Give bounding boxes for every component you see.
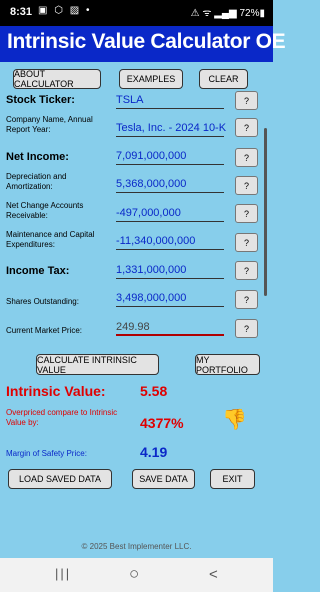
- net-change-ar-input[interactable]: -497,000,000: [116, 206, 224, 222]
- status-bar: 8:31 ▣ ⬡ ▨ • ⚠ ᯤ ▂▄▆ 72%▮: [0, 0, 273, 26]
- clear-button[interactable]: CLEAR: [199, 69, 248, 89]
- company-name-help-button[interactable]: ?: [235, 118, 258, 137]
- income-tax-input[interactable]: 1,331,000,000: [116, 263, 224, 279]
- home-icon[interactable]: ○: [129, 564, 139, 584]
- clock: 8:31: [10, 6, 33, 18]
- overpriced-label: Overpriced compare to Intrinsic Value by…: [6, 408, 118, 427]
- intrinsic-value-label: Intrinsic Value:: [6, 383, 106, 399]
- maintenance-capex-label: Maintenance and Capital Expenditures:: [6, 230, 95, 249]
- app-title: Intrinsic Value Calculator OE: [7, 30, 286, 53]
- back-icon[interactable]: <: [209, 566, 218, 583]
- stock-ticker-label: Stock Ticker:: [6, 94, 75, 106]
- depreciation-help-button[interactable]: ?: [235, 176, 258, 195]
- net-income-input[interactable]: 7,091,000,000: [116, 149, 224, 165]
- net-change-ar-label: Net Change Accounts Receivable:: [6, 201, 84, 220]
- app-title-bar: Intrinsic Value Calculator OE: [0, 26, 286, 62]
- intrinsic-value-result: 5.58: [140, 383, 168, 399]
- company-name-input[interactable]: Tesla, Inc. - 2024 10-K: [116, 121, 226, 137]
- recents-icon[interactable]: |||: [55, 566, 71, 581]
- exit-button[interactable]: EXIT: [210, 469, 255, 489]
- maintenance-capex-input[interactable]: -11,340,000,000: [116, 234, 224, 250]
- copyright-footer: © 2025 Best Implementer LLC.: [81, 542, 192, 551]
- market-price-input[interactable]: 249.98: [116, 320, 224, 336]
- market-price-help-button[interactable]: ?: [235, 319, 258, 338]
- income-tax-label: Income Tax:: [6, 265, 70, 277]
- maintenance-capex-help-button[interactable]: ?: [235, 233, 258, 252]
- notification-icons: ▣ ⬡ ▨ •: [38, 5, 92, 16]
- shares-outstanding-label: Shares Outstanding:: [6, 297, 79, 306]
- margin-of-safety-price: 4.19: [140, 444, 168, 460]
- overpriced-percent: 4377%: [140, 415, 184, 431]
- system-nav-bar: ||| ○ <: [0, 558, 273, 592]
- about-calculator-button[interactable]: ABOUT CALCULATOR: [13, 69, 101, 89]
- my-portfolio-button[interactable]: MY PORTFOLIO: [195, 354, 260, 375]
- market-price-label: Current Market Price:: [6, 326, 83, 335]
- examples-button[interactable]: EXAMPLES: [119, 69, 183, 89]
- shares-outstanding-input[interactable]: 3,498,000,000: [116, 291, 224, 307]
- net-income-help-button[interactable]: ?: [235, 148, 258, 167]
- company-name-label: Company Name, Annual Report Year:: [6, 115, 93, 134]
- save-data-button[interactable]: SAVE DATA: [132, 469, 195, 489]
- depreciation-input[interactable]: 5,368,000,000: [116, 177, 224, 193]
- stock-ticker-input[interactable]: TSLA: [116, 93, 224, 109]
- income-tax-help-button[interactable]: ?: [235, 261, 258, 280]
- thumbs-down-icon: 👎: [222, 409, 247, 431]
- form-scrollbar[interactable]: [264, 128, 267, 296]
- system-status-icons: ⚠ ᯤ ▂▄▆ 72%▮: [190, 8, 265, 19]
- stock-ticker-help-button[interactable]: ?: [235, 91, 258, 110]
- margin-of-safety-label: Margin of Safety Price:: [6, 449, 87, 458]
- net-income-label: Net Income:: [6, 151, 69, 163]
- shares-outstanding-help-button[interactable]: ?: [235, 290, 258, 309]
- calculate-intrinsic-value-button[interactable]: CALCULATE INTRINSIC VALUE: [36, 354, 159, 375]
- load-saved-data-button[interactable]: LOAD SAVED DATA: [8, 469, 112, 489]
- depreciation-label: Depreciation and Amortization:: [6, 172, 67, 191]
- net-change-ar-help-button[interactable]: ?: [235, 204, 258, 223]
